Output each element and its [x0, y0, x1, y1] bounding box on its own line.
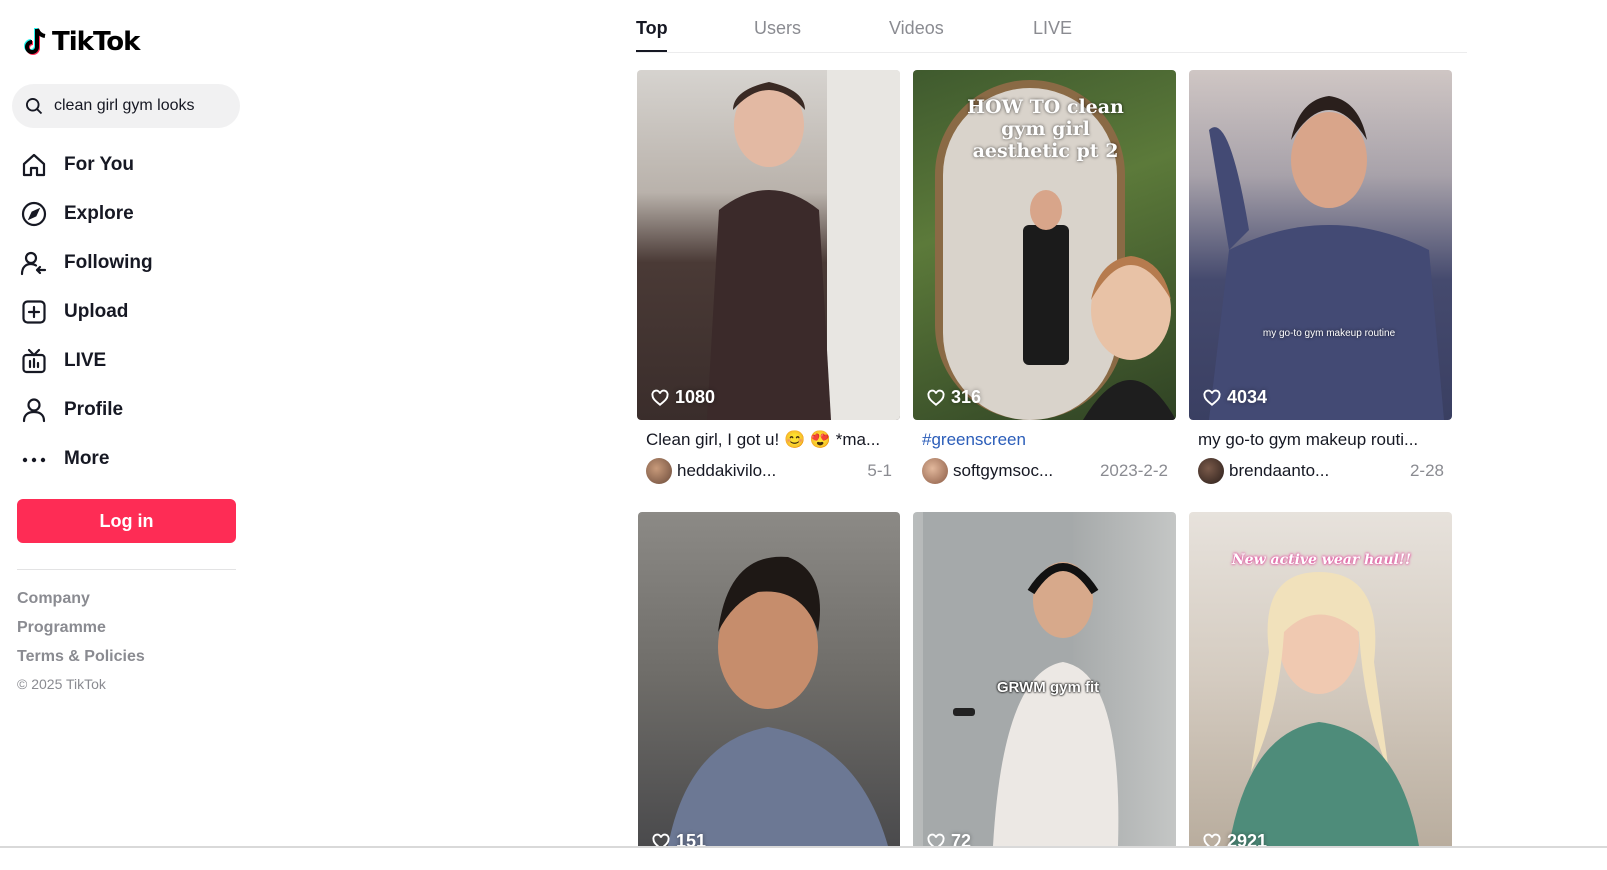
heart-icon [652, 833, 670, 846]
nav-explore[interactable]: Explore [20, 189, 240, 238]
video-overlay-text: HOW TO clean gym girl aesthetic pt 2 [967, 96, 1124, 162]
heart-icon [1203, 833, 1221, 846]
like-count-value: 316 [951, 387, 982, 407]
video-caption[interactable]: my go-to gym makeup routi... [1189, 430, 1444, 450]
like-count-value: 1080 [675, 387, 716, 407]
footer-links: Company Programme Terms & Policies [17, 588, 145, 675]
live-icon [22, 348, 46, 373]
like-count: 316 [927, 387, 981, 408]
like-count-value: 2921 [1227, 831, 1268, 846]
footer-link-company[interactable]: Company [17, 588, 145, 617]
avatar[interactable] [646, 458, 672, 484]
avatar[interactable] [922, 458, 948, 484]
nav-following[interactable]: Following [20, 238, 240, 287]
video-caption[interactable]: Clean girl, I got u! 😊 😍 *ma... [637, 430, 892, 450]
video-card[interactable]: HOW TO clean gym girl aesthetic pt 2 316… [913, 70, 1176, 484]
heart-icon [1203, 389, 1221, 406]
video-thumbnail[interactable]: 151 [638, 512, 900, 846]
video-overlay-text: GRWM gym fit [996, 679, 1100, 696]
video-overlay-text: my go-to gym makeup routine [1262, 328, 1396, 339]
active-tab-indicator [636, 50, 667, 52]
like-count: 1080 [651, 387, 715, 408]
tiktok-logo[interactable]: TikTok [20, 26, 140, 58]
video-thumbnail[interactable]: 1080 [637, 70, 900, 420]
post-date: 5-1 [867, 461, 892, 480]
video-card[interactable]: 1080 Clean girl, I got u! 😊 😍 *ma... hed… [637, 70, 900, 484]
copyright: © 2025 TikTok [17, 676, 106, 692]
tiktok-note-icon [24, 28, 46, 55]
nav-upload[interactable]: Upload [20, 287, 240, 336]
following-icon [20, 251, 47, 275]
thumbnail-art [668, 556, 888, 846]
search-input[interactable]: clean girl gym looks [12, 84, 240, 128]
like-count: 151 [652, 831, 706, 846]
video-meta: softgymsoc... 2023-2-2 [913, 458, 1176, 484]
video-card[interactable]: my go-to gym makeup routine 4034 my go-t… [1189, 70, 1452, 484]
footer-link-programme[interactable]: Programme [17, 617, 145, 646]
more-icon [22, 457, 46, 462]
window-bottom-edge [0, 846, 1607, 848]
author-name[interactable]: softgymsoc... [953, 461, 1100, 481]
tab-users[interactable]: Users [754, 18, 801, 39]
video-meta: heddakivilo... 5-1 [637, 458, 900, 484]
nav-label: Explore [64, 202, 134, 224]
main-nav: For You Explore Following Upload LIVE Pr… [20, 140, 240, 483]
divider [17, 569, 236, 570]
author-name[interactable]: heddakivilo... [677, 461, 867, 481]
video-overlay-text: New active wear haul!! [1231, 552, 1412, 568]
login-button[interactable]: Log in [17, 499, 236, 543]
profile-icon [22, 397, 46, 422]
video-meta: brendaanto... 2-28 [1189, 458, 1452, 484]
nav-label: Upload [64, 300, 129, 322]
nav-label: For You [64, 153, 135, 175]
video-thumbnail[interactable]: HOW TO clean gym girl aesthetic pt 2 316 [913, 70, 1176, 420]
post-date: 2023-2-2 [1099, 461, 1168, 480]
like-count-value: 151 [676, 831, 707, 846]
nav-profile[interactable]: Profile [20, 385, 240, 434]
thumbnail-art [707, 70, 900, 420]
nav-label: LIVE [64, 349, 107, 371]
avatar[interactable] [1198, 458, 1224, 484]
thumbnail-art [1209, 96, 1444, 420]
video-card[interactable]: GRWM gym fit 72 [913, 512, 1176, 846]
heart-icon [927, 389, 945, 406]
home-icon [22, 153, 46, 176]
heart-icon [927, 833, 945, 846]
search-icon [26, 98, 43, 115]
video-thumbnail[interactable]: GRWM gym fit 72 [913, 512, 1176, 846]
video-card[interactable]: New active wear haul!! 2921 [1189, 512, 1452, 846]
search-query[interactable]: clean girl gym looks [54, 97, 195, 115]
tab-top[interactable]: Top [636, 18, 668, 39]
tab-live[interactable]: LIVE [1033, 18, 1072, 39]
like-count-value: 4034 [1227, 387, 1268, 407]
heart-icon [651, 389, 669, 406]
compass-icon [21, 201, 47, 226]
search-tabs: Top Users Videos LIVE [636, 0, 1467, 53]
sidebar: TikTok clean girl gym looks For You Expl… [0, 0, 250, 870]
nav-label: Following [64, 251, 153, 273]
video-thumbnail[interactable]: my go-to gym makeup routine 4034 [1189, 70, 1452, 420]
like-count: 2921 [1203, 831, 1267, 846]
video-thumbnail[interactable]: New active wear haul!! 2921 [1189, 512, 1452, 846]
nav-label: Profile [64, 398, 124, 420]
like-count-value: 72 [951, 831, 972, 846]
nav-live[interactable]: LIVE [20, 336, 240, 385]
nav-more[interactable]: More [20, 434, 240, 483]
like-count: 72 [927, 831, 971, 846]
tab-videos[interactable]: Videos [889, 18, 944, 39]
upload-icon [22, 299, 46, 324]
video-caption[interactable]: #greenscreen [913, 430, 1168, 450]
video-card[interactable]: 151 [638, 512, 901, 846]
author-name[interactable]: brendaanto... [1229, 461, 1410, 481]
nav-for-you[interactable]: For You [20, 140, 240, 189]
brand-name: TikTok [52, 27, 140, 57]
post-date: 2-28 [1409, 461, 1444, 480]
nav-label: More [64, 447, 110, 469]
footer-link-terms[interactable]: Terms & Policies [17, 646, 145, 675]
like-count: 4034 [1203, 387, 1267, 408]
